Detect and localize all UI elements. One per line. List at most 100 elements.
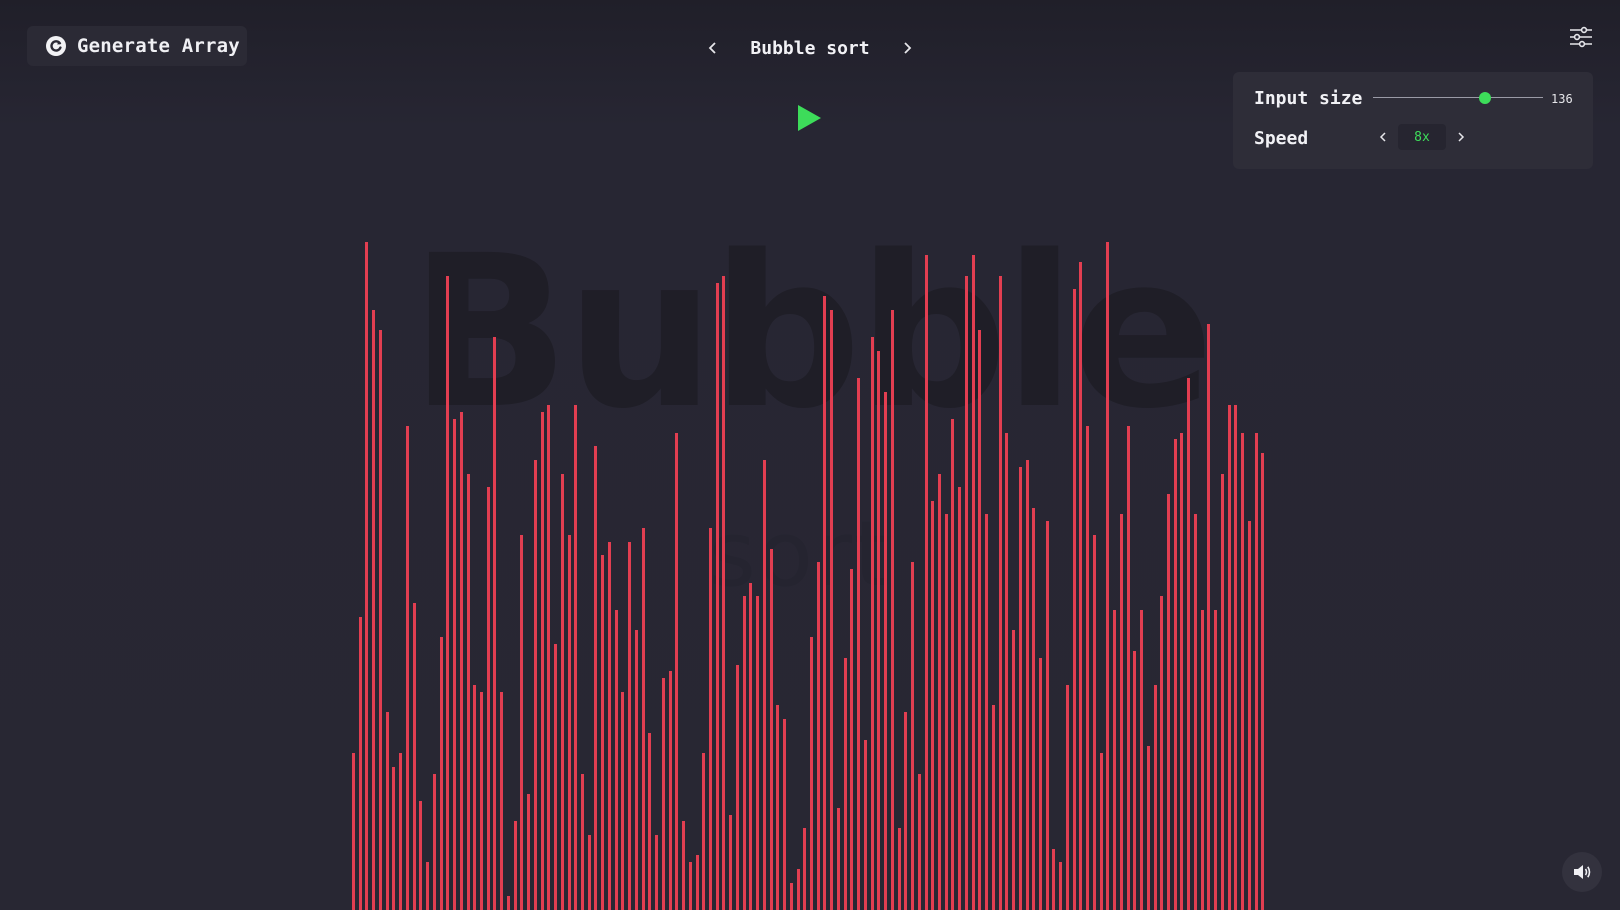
array-bar (453, 419, 457, 910)
array-bar (567, 534, 571, 910)
array-bar (708, 528, 712, 910)
sliders-icon (1570, 26, 1592, 48)
array-bar (904, 712, 908, 910)
array-bar (385, 712, 389, 910)
array-bar (944, 514, 948, 910)
array-bar (843, 657, 847, 910)
array-bar (479, 691, 483, 910)
array-bar (1180, 432, 1184, 910)
array-bar (688, 862, 692, 910)
speed-decrease-button[interactable] (1373, 125, 1393, 149)
array-bar (803, 828, 807, 910)
settings-toggle-button[interactable] (1568, 24, 1594, 50)
array-bar (1052, 848, 1056, 910)
array-bar (702, 753, 706, 910)
array-bar (1247, 521, 1251, 910)
sound-toggle-button[interactable] (1562, 852, 1602, 892)
chevron-right-icon (1458, 132, 1465, 142)
speed-increase-button[interactable] (1451, 125, 1471, 149)
settings-panel: Input size 136 Speed 8x (1233, 72, 1593, 169)
previous-algorithm-button[interactable] (700, 34, 726, 62)
array-bar (911, 562, 915, 910)
array-bar (810, 637, 813, 910)
array-bar (1200, 609, 1204, 910)
array-bar (1227, 405, 1231, 910)
array-bar (1254, 432, 1258, 910)
array-bar (1018, 466, 1022, 910)
speed-control: 8x (1373, 124, 1471, 150)
array-bar (432, 773, 436, 910)
array-bar (513, 821, 517, 910)
speed-value: 8x (1398, 124, 1446, 150)
array-bar (1214, 609, 1218, 910)
array-bar (715, 282, 719, 910)
array-bar (540, 412, 544, 910)
array-bar (405, 425, 409, 910)
array-bar (1153, 684, 1157, 910)
refresh-icon (45, 35, 67, 57)
algorithm-name: Bubble sort (750, 37, 870, 59)
array-bar (533, 459, 537, 910)
array-bar (958, 487, 962, 910)
array-bar (742, 596, 746, 910)
array-bar (1079, 262, 1083, 910)
array-bar (1092, 534, 1096, 910)
array-bar (675, 432, 679, 910)
next-algorithm-button[interactable] (894, 34, 920, 62)
array-bar (399, 753, 403, 910)
input-size-value: 136 (1551, 92, 1573, 106)
array-bar (655, 835, 659, 910)
array-bar (850, 569, 854, 910)
speed-label: Speed (1254, 128, 1309, 149)
array-bar (796, 869, 800, 910)
array-bar (587, 835, 591, 910)
array-bar (783, 719, 787, 910)
array-bar (1126, 425, 1130, 910)
array-bar (762, 459, 766, 910)
generate-array-button[interactable]: Generate Array (27, 26, 247, 66)
array-bar (1039, 657, 1042, 910)
array-bar (830, 309, 834, 910)
array-bar (897, 828, 901, 910)
array-bar (776, 705, 780, 910)
array-bar (1133, 650, 1137, 910)
array-bar (446, 275, 450, 910)
array-bar (998, 275, 1002, 910)
array-bar (1207, 323, 1211, 910)
array-bar (729, 814, 733, 910)
array-bar (890, 309, 894, 910)
array-bar (574, 405, 578, 910)
array-bar (1032, 507, 1036, 910)
array-bar (581, 773, 584, 910)
play-button[interactable] (795, 104, 823, 132)
array-bar (486, 487, 490, 910)
slider-thumb[interactable] (1479, 92, 1492, 104)
array-bar (1166, 494, 1170, 910)
array-bar (1261, 453, 1265, 910)
array-bars (352, 228, 1268, 910)
array-bar (695, 855, 699, 910)
array-bar (1187, 378, 1191, 910)
array-bar (614, 609, 618, 910)
array-bar (1045, 521, 1049, 910)
array-bar (1065, 684, 1069, 910)
array-bar (1025, 459, 1029, 910)
array-bar (1005, 432, 1009, 910)
chevron-right-icon (904, 42, 912, 54)
array-bar (648, 732, 652, 910)
array-bar (769, 548, 773, 910)
array-bar (527, 794, 531, 910)
array-bar (426, 862, 430, 910)
generate-array-label: Generate Array (77, 35, 240, 57)
array-bar (789, 882, 793, 910)
array-bar (756, 596, 760, 910)
chevron-left-icon (1379, 132, 1386, 142)
array-bar (971, 255, 975, 910)
array-bar (735, 664, 739, 910)
input-size-slider[interactable] (1373, 91, 1543, 105)
array-bar (1059, 862, 1063, 910)
array-bar (951, 419, 955, 910)
array-bar (1086, 425, 1090, 910)
array-bar (628, 541, 632, 910)
array-bar (1220, 473, 1224, 910)
